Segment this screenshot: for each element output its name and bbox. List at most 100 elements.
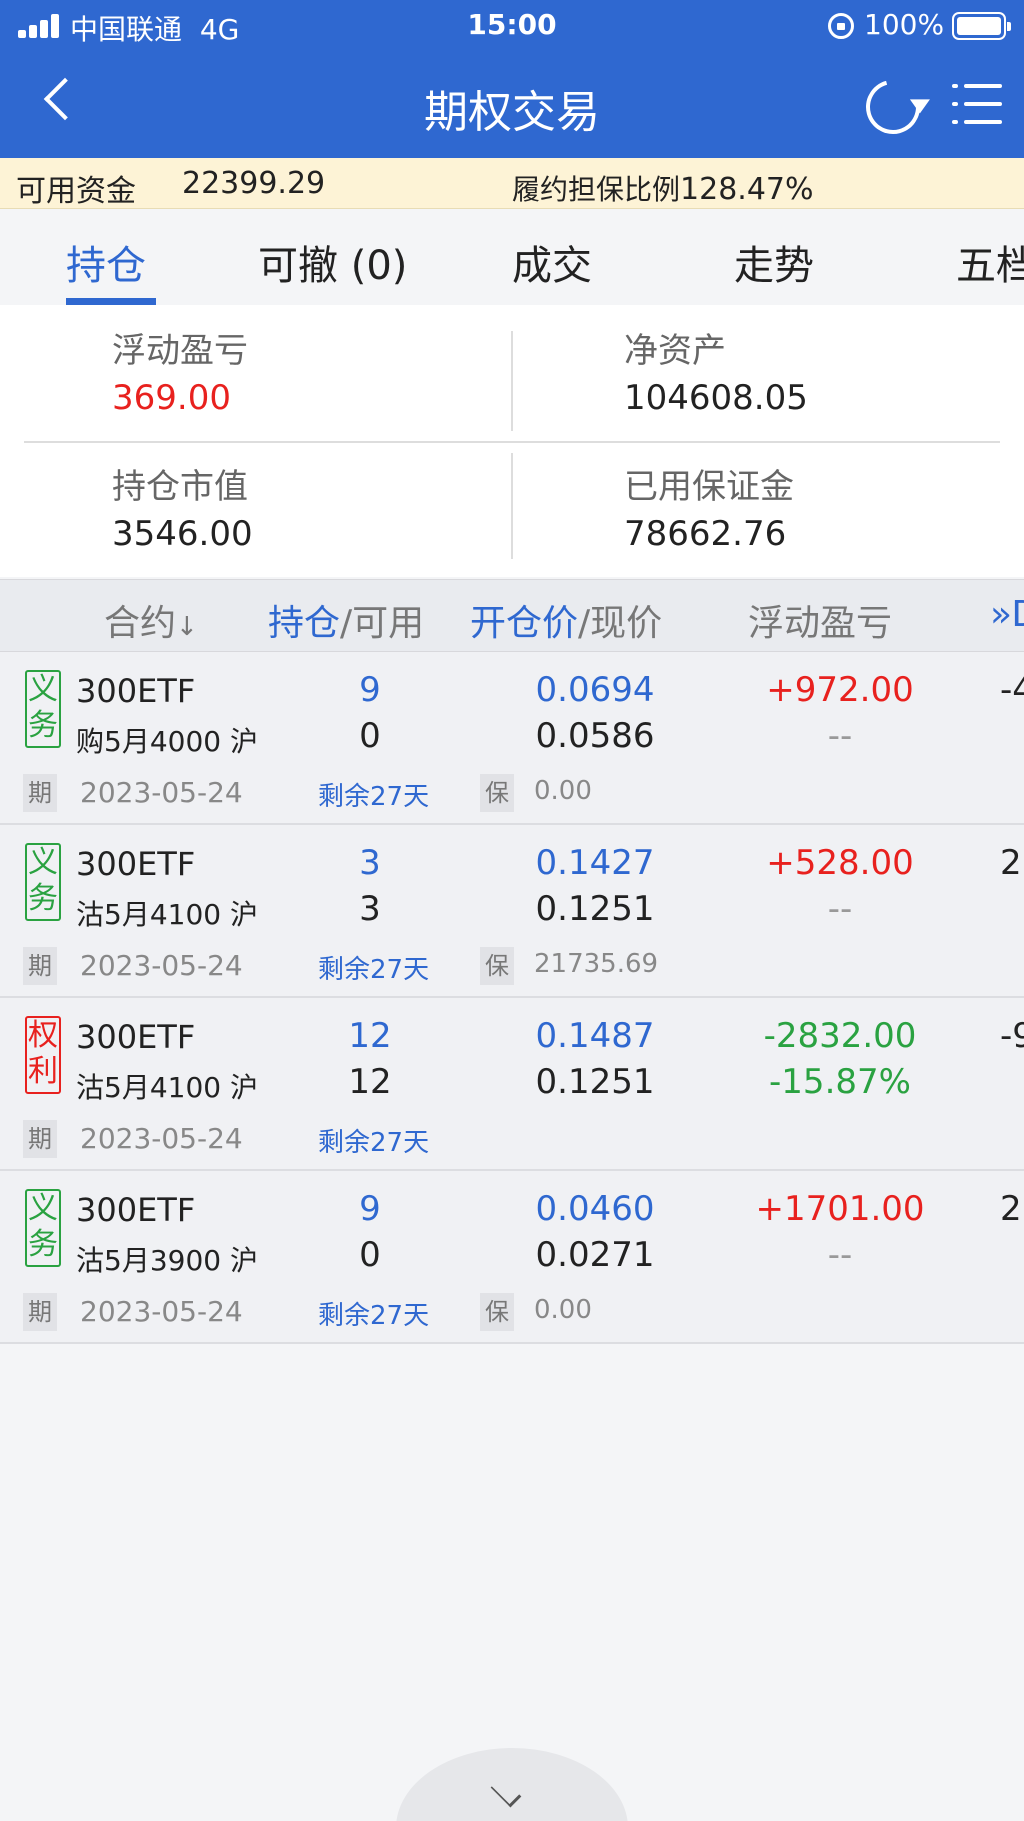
market-value-value: 3546.00 <box>112 514 253 554</box>
table-row[interactable]: 义 务 300ETF 沽5月3900 沪 9 0 0.0460 0.0271 +1701.00… <box>0 1171 1024 1344</box>
summary-divider <box>24 441 1000 443</box>
contract-detail: 沽5月3900 沪 <box>76 1244 258 1277</box>
row-margin: 0.00 <box>534 776 592 806</box>
col-pnl[interactable]: 浮动盈亏 <box>748 594 892 646</box>
positions-list: 义 务 300ETF 购5月4000 沪 9 0 0.0694 0.0586 +972.00 -… <box>0 652 1024 1344</box>
available-funds-value: 22399.29 <box>182 166 326 201</box>
position-qty: 9 <box>359 670 381 710</box>
positions-table-header: 合约↓ 持仓/可用 开仓价/现价 浮动盈亏 »D <box>0 579 1024 652</box>
extra-column-value: -9 <box>1000 1016 1024 1056</box>
expiry-badge: 期 <box>23 947 57 985</box>
tab-five-levels[interactable]: 五档 <box>956 233 1024 291</box>
table-row[interactable]: 义 务 300ETF 沽5月4100 沪 3 3 0.1427 0.1251 +528.00 -… <box>0 825 1024 998</box>
contract-detail: 沽5月4100 沪 <box>76 1071 258 1104</box>
expiry-date: 2023-05-24 <box>80 776 243 809</box>
more-columns-icon[interactable]: »D <box>990 594 1024 635</box>
margin-badge: 保 <box>480 1293 514 1331</box>
menu-icon[interactable] <box>952 84 1002 126</box>
floating-pnl-ratio: -- <box>827 716 853 756</box>
available-funds-label: 可用资金 <box>16 174 136 209</box>
current-price: 0.0271 <box>535 1235 655 1275</box>
tab-underline <box>66 298 156 305</box>
extra-column-value: -4 <box>1000 670 1024 710</box>
current-price: 0.1251 <box>535 889 655 929</box>
floating-pnl: +972.00 <box>766 670 914 710</box>
floating-pnl-label: 浮动盈亏 <box>112 331 248 371</box>
table-row[interactable]: 义 务 300ETF 购5月4000 沪 9 0 0.0694 0.0586 +972.00 -… <box>0 652 1024 825</box>
sort-icon: ↓ <box>176 612 198 642</box>
days-remaining: 剩余27天 <box>318 1301 430 1331</box>
expiry-badge: 期 <box>23 774 57 812</box>
floating-pnl-value: 369.00 <box>112 378 231 418</box>
expiry-badge: 期 <box>23 1293 57 1331</box>
status-bar: 中国联通 4G 15:00 100% <box>0 0 1024 52</box>
expiry-badge: 期 <box>23 1120 57 1158</box>
contract-detail: 沽5月4100 沪 <box>76 898 258 931</box>
expiry-date: 2023-05-24 <box>80 1295 243 1328</box>
floating-pnl-ratio: -- <box>827 1235 853 1275</box>
col-price[interactable]: 开仓价/现价 <box>470 594 662 646</box>
floating-pnl: +528.00 <box>766 843 914 883</box>
market-value-label: 持仓市值 <box>112 467 248 507</box>
contract-name: 300ETF <box>76 1018 196 1056</box>
margin-ratio-value: 128.47% <box>680 172 814 207</box>
expiry-date: 2023-05-24 <box>80 949 243 982</box>
extra-column-value: 2 <box>1000 843 1022 883</box>
margin-ratio: 履约担保比例128.47% <box>512 168 814 208</box>
margin-ratio-label: 履约担保比例 <box>512 173 681 206</box>
option-side-tag: 义 务 <box>25 1189 61 1267</box>
orientation-lock-icon <box>828 13 854 39</box>
margin-used-value: 78662.76 <box>624 514 787 554</box>
position-qty: 3 <box>359 843 381 883</box>
open-price: 0.0694 <box>535 670 655 710</box>
chevron-down-icon <box>490 1776 522 1808</box>
col-position[interactable]: 持仓/可用 <box>268 594 424 646</box>
open-price: 0.0460 <box>535 1189 655 1229</box>
extra-column-value: 2 <box>1000 1189 1022 1229</box>
row-margin: 0.00 <box>534 1295 592 1325</box>
collapse-handle[interactable] <box>396 1748 628 1821</box>
account-summary: 浮动盈亏 369.00 净资产 104608.05 持仓市值 3546.00 已… <box>0 305 1024 577</box>
tab-bar: 持仓 可撤 (0) 成交 走势 五档 <box>0 209 1024 305</box>
contract-detail: 购5月4000 沪 <box>76 725 258 758</box>
current-price: 0.1251 <box>535 1062 655 1102</box>
available-qty: 12 <box>348 1062 392 1102</box>
floating-pnl-ratio: -- <box>827 889 853 929</box>
margin-used-label: 已用保证金 <box>624 467 794 507</box>
tab-cancellable[interactable]: 可撤 (0) <box>258 233 407 291</box>
col-contract[interactable]: 合约↓ <box>104 594 198 646</box>
funds-strip: 可用资金 22399.29 履约担保比例128.47% <box>0 158 1024 209</box>
available-qty: 3 <box>359 889 381 929</box>
floating-pnl-ratio: -15.87% <box>769 1062 911 1102</box>
available-qty: 0 <box>359 1235 381 1275</box>
position-qty: 9 <box>359 1189 381 1229</box>
net-assets-label: 净资产 <box>624 331 726 371</box>
summary-divider <box>511 331 513 431</box>
summary-divider <box>511 453 513 559</box>
row-margin: 21735.69 <box>534 949 659 979</box>
table-row[interactable]: 权 利 300ETF 沽5月4100 沪 12 12 0.1487 0.1251 -2832.… <box>0 998 1024 1171</box>
days-remaining: 剩余27天 <box>318 782 430 812</box>
option-side-tag: 义 务 <box>25 843 61 921</box>
battery-percent: 100% <box>864 8 945 41</box>
tab-trades[interactable]: 成交 <box>512 233 592 291</box>
margin-used-cell: 已用保证金 78662.76 <box>624 459 794 554</box>
floating-pnl: -2832.00 <box>763 1016 917 1056</box>
margin-badge: 保 <box>480 947 514 985</box>
days-remaining: 剩余27天 <box>318 1128 430 1158</box>
contract-name: 300ETF <box>76 1191 196 1229</box>
battery-icon <box>952 12 1011 40</box>
floating-pnl: +1701.00 <box>755 1189 925 1229</box>
contract-name: 300ETF <box>76 672 196 710</box>
net-assets-cell: 净资产 104608.05 <box>624 323 808 418</box>
contract-name: 300ETF <box>76 845 196 883</box>
position-qty: 12 <box>348 1016 392 1056</box>
market-value-cell: 持仓市值 3546.00 <box>112 459 253 554</box>
tab-trend[interactable]: 走势 <box>734 233 814 291</box>
open-price: 0.1487 <box>535 1016 655 1056</box>
net-assets-value: 104608.05 <box>624 378 808 418</box>
current-price: 0.0586 <box>535 716 655 756</box>
top-bar: 中国联通 4G 15:00 100% 期权交易 <box>0 0 1024 158</box>
days-remaining: 剩余27天 <box>318 955 430 985</box>
tab-positions[interactable]: 持仓 <box>66 233 146 291</box>
